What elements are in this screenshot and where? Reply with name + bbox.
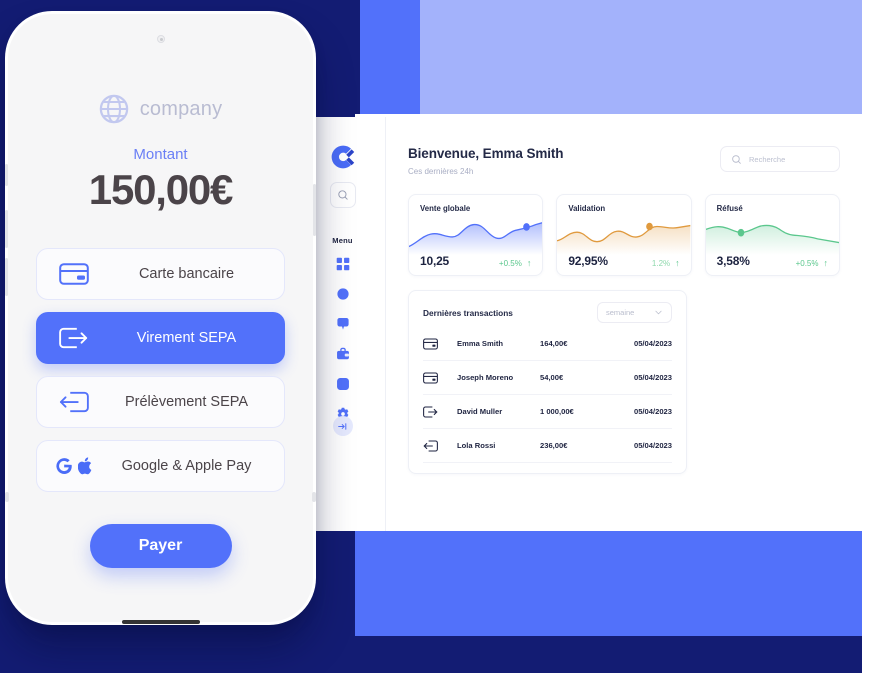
transaction-date: 05/04/2023	[633, 339, 672, 348]
collapse-sidebar-button[interactable]	[332, 416, 353, 436]
trend-up-arrow-icon: ↑	[823, 258, 828, 268]
background-band-blue-bottom	[355, 531, 862, 645]
table-row[interactable]: David Muller 1 000,00€ 05/04/2023	[423, 395, 672, 429]
trend-up-arrow-icon: ↑	[526, 258, 532, 268]
transaction-amount: 54,00€	[540, 373, 564, 382]
payment-method-label: Prélèvement SEPA	[124, 394, 249, 410]
stat-card-refuse[interactable]: Réfusé 3,58% +0.5% ↑	[704, 194, 840, 276]
transaction-date: 05/04/2023	[633, 407, 672, 416]
search-icon	[732, 154, 741, 164]
screenshot-root: Menu Bienvenue, Emma Smith Ces dernières…	[0, 0, 882, 673]
transfer-in-icon	[423, 439, 457, 452]
sidebar-search-button[interactable]	[329, 182, 356, 208]
transactions-period-value: semaine	[606, 308, 635, 317]
payment-method-google-apple-pay[interactable]: Google & Apple Pay	[36, 440, 285, 492]
table-row[interactable]: Lola Rossi 236,00€ 05/04/2023	[423, 429, 672, 463]
sparkline-validation	[557, 217, 691, 255]
transaction-amount: 236,00€	[540, 441, 568, 450]
transactions-list: Emma Smith 164,00€ 05/04/2023 Joseph Mor…	[423, 327, 672, 463]
sidebar-menu-label: Menu	[332, 236, 353, 245]
search-input[interactable]: Recherche	[720, 146, 840, 172]
payment-method-label: Carte bancaire	[138, 266, 235, 282]
phone-mockup: company Montant 150,00€ Carte bancaire V…	[5, 14, 316, 624]
stat-card-delta: +0.5% ↑	[498, 258, 532, 269]
background-band-navy-bottom	[0, 636, 862, 673]
stat-card-value: 3,58%	[716, 254, 750, 268]
transaction-date: 05/04/2023	[633, 373, 672, 382]
background-band-blue-top	[360, 0, 420, 114]
circle-icon[interactable]	[336, 287, 350, 301]
page-title: Bienvenue, Emma Smith	[408, 146, 564, 161]
payment-method-prelevement-sepa[interactable]: Prélèvement SEPA	[36, 376, 285, 428]
briefcase-icon[interactable]	[336, 347, 350, 361]
google-g-icon	[56, 458, 72, 474]
welcome-block: Bienvenue, Emma Smith Ces dernières 24h	[408, 146, 564, 176]
stat-card-title: Validation	[568, 204, 606, 213]
grid-dashboard-icon[interactable]	[336, 257, 350, 271]
credit-card-icon	[423, 371, 457, 384]
stat-card-delta-value: +0.5%	[795, 259, 819, 268]
brand-c-logo-icon[interactable]	[330, 144, 356, 170]
phone-home-indicator	[121, 620, 200, 624]
chevron-down-icon	[655, 310, 662, 315]
payment-method-carte-bancaire[interactable]: Carte bancaire	[36, 248, 285, 300]
transfer-out-icon	[37, 327, 111, 349]
stat-card-title: Vente globale	[420, 204, 471, 213]
credit-card-icon	[37, 263, 111, 285]
search-placeholder: Recherche	[749, 154, 786, 164]
payment-screen: company Montant 150,00€ Carte bancaire V…	[8, 60, 313, 622]
page-subtitle: Ces dernières 24h	[408, 167, 474, 176]
background-band-lavender-top	[420, 0, 862, 114]
dashboard-content: Bienvenue, Emma Smith Ces dernières 24h …	[386, 117, 862, 531]
transaction-name: David Muller	[457, 407, 503, 416]
sparkline-refuse	[705, 217, 839, 255]
google-apple-pay-icon	[37, 456, 111, 476]
phone-power-button	[313, 184, 316, 236]
transaction-date: 05/04/2023	[633, 441, 672, 450]
stat-card-delta-value: +0.5%	[498, 259, 522, 268]
pay-button[interactable]: Payer	[89, 524, 232, 568]
amount-value: 150,00€	[88, 166, 234, 213]
stat-card-vente-globale[interactable]: Vente globale 10,25 +0.5% ↑	[408, 194, 544, 276]
transactions-title: Dernières transactions	[423, 307, 513, 318]
company-branding: company	[36, 94, 285, 124]
globe-icon	[99, 94, 128, 124]
phone-front-camera-icon	[156, 35, 165, 43]
rounded-square-icon[interactable]	[336, 377, 350, 391]
payment-methods: Carte bancaire Virement SEPA Prélèvement…	[36, 248, 285, 492]
stat-card-value: 92,95%	[568, 254, 608, 268]
transfer-in-icon	[37, 391, 111, 413]
stat-cards: Vente globale 10,25 +0.5% ↑ Validation 9…	[408, 194, 840, 276]
transaction-amount: 1 000,00€	[540, 407, 574, 416]
apple-logo-icon	[78, 457, 92, 475]
stat-card-delta: 1.2% ↑	[651, 258, 680, 269]
trend-up-arrow-icon: ↑	[675, 258, 680, 268]
stat-card-delta: +0.5% ↑	[795, 258, 828, 269]
transaction-name: Emma Smith	[457, 339, 503, 348]
sparkline-vente-globale	[409, 217, 543, 255]
payment-method-label: Google & Apple Pay	[121, 458, 252, 474]
transaction-amount: 164,00€	[540, 339, 568, 348]
table-row[interactable]: Emma Smith 164,00€ 05/04/2023	[423, 327, 672, 361]
transaction-name: Lola Rossi	[457, 441, 496, 450]
transfer-out-icon	[423, 405, 457, 418]
transaction-name: Joseph Moreno	[457, 373, 514, 382]
transactions-period-select[interactable]: semaine	[597, 302, 672, 323]
payment-method-label: Virement SEPA	[136, 330, 237, 346]
table-row[interactable]: Joseph Moreno 54,00€ 05/04/2023	[423, 361, 672, 395]
dashboard-panel: Menu Bienvenue, Emma Smith Ces dernières…	[300, 117, 862, 531]
payment-method-virement-sepa[interactable]: Virement SEPA	[36, 312, 285, 364]
stat-card-delta-value: 1.2%	[651, 259, 671, 268]
chat-bubble-icon[interactable]	[336, 317, 350, 331]
stat-card-title: Réfusé	[716, 204, 743, 213]
stat-card-validation[interactable]: Validation 92,95% 1.2% ↑	[556, 194, 692, 276]
credit-card-icon	[423, 337, 457, 350]
collapse-sidebar-icon	[338, 422, 347, 430]
search-icon	[337, 190, 348, 200]
amount-label: Montant	[133, 146, 188, 163]
transactions-card: Dernières transactions semaine Emma Smit…	[408, 290, 687, 474]
stat-card-value: 10,25	[420, 254, 450, 268]
company-name: company	[139, 97, 223, 120]
